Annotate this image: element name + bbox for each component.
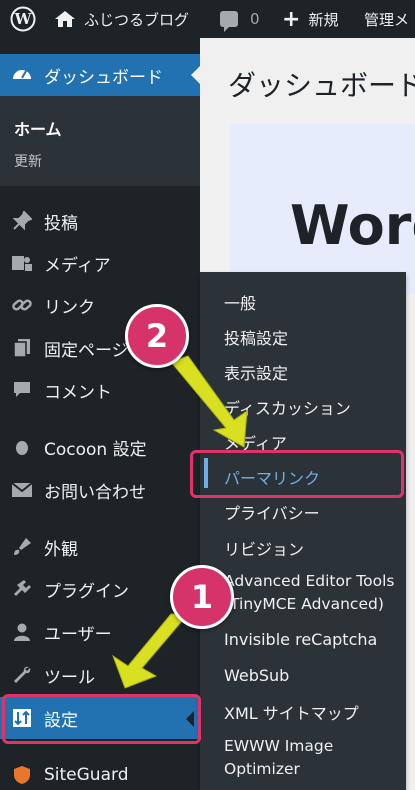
sidebar-item-label: コメント [44,382,112,403]
sidebar-item-label: リンク [44,297,95,318]
flyout-item-writing[interactable]: 投稿設定 [224,325,288,349]
flyout-item-general[interactable]: 一般 [224,290,256,314]
welcome-heading: Word [290,194,415,257]
sidebar-item-label: 固定ページ [44,340,129,361]
cocoon-icon [10,436,34,458]
siteguard-icon [10,764,34,786]
comment-bubble-icon [220,11,238,32]
sidebar-item-media[interactable]: メディア [0,242,200,284]
settings-flyout-menu: 一般 投稿設定 表示設定 ディスカッション メディア パーマリンク プライバシー… [200,272,406,790]
mail-icon [10,479,34,501]
sidebar-item-appearance[interactable]: 外観 [0,526,200,568]
welcome-panel: Word [230,124,415,294]
wordpress-logo-icon[interactable]: W [8,0,38,38]
sidebar-item-label: ダッシュボード [44,67,163,88]
flyout-item-privacy[interactable]: プライバシー [224,500,320,524]
page-icon [10,337,34,359]
admin-sidebar: ダッシュボード ホーム 更新 投稿 メディア リンク 固定ページ コメント Co… [0,38,200,790]
sidebar-item-label: 投稿 [44,213,78,234]
tool-icon [10,664,34,686]
comment-icon [10,379,34,401]
flyout-item-xml-sitemap[interactable]: XML サイトマップ [224,700,359,724]
admin-label: 管理メ [364,10,410,29]
dashboard-submenu: ホーム 更新 [0,96,200,186]
sidebar-item-comments[interactable]: コメント [0,369,200,411]
user-icon [10,621,34,643]
appearance-icon [10,536,34,558]
link-icon [10,294,34,316]
sidebar-item-dashboard[interactable]: ダッシュボード [0,54,200,96]
settings-highlight-box [2,694,201,744]
flyout-item-line1: Advanced Editor Tools [224,572,395,590]
comments-link[interactable]: 0 [220,0,260,38]
new-label: 新規 [308,10,339,29]
flyout-item-websub[interactable]: WebSub [224,666,289,685]
step-badge-1: 1 [170,565,234,629]
sidebar-item-contact[interactable]: お問い合わせ [0,469,200,511]
svg-text:W: W [14,10,33,28]
flyout-item-line2: Optimizer [224,760,300,778]
step-badge-2: 2 [125,304,189,368]
plus-icon: + [282,6,301,32]
sidebar-item-label: メディア [44,255,111,276]
sidebar-item-label: 外観 [44,539,78,560]
sidebar-item-users[interactable]: ユーザー [0,611,200,653]
sidebar-item-label: お問い合わせ [44,482,146,503]
flyout-item-reading[interactable]: 表示設定 [224,360,288,384]
flyout-item-discussion[interactable]: ディスカッション [224,395,351,419]
sidebar-item-posts[interactable]: 投稿 [0,200,200,242]
media-icon [10,252,34,274]
sidebar-item-label: Cocoon 設定 [44,439,147,460]
dashboard-icon [10,64,34,86]
submenu-update[interactable]: 更新 [14,151,42,171]
sidebar-item-label: SiteGuard [44,765,129,785]
submenu-home[interactable]: ホーム [14,116,62,140]
site-name: ふじつるブログ [84,10,190,29]
sidebar-item-siteguard[interactable]: SiteGuard [0,754,200,790]
pin-icon [10,210,34,232]
flyout-item-ewww-image[interactable]: EWWW Image Optimizer [224,735,333,781]
comment-count: 0 [250,10,260,28]
sidebar-item-tools[interactable]: ツール [0,654,200,696]
house-icon [55,11,75,27]
site-name-link[interactable]: ふじつるブログ [54,0,189,38]
flyout-item-revisions[interactable]: リビジョン [224,536,304,560]
sidebar-item-label: ユーザー [44,624,112,645]
admin-menu-link[interactable]: 管理メ [364,0,409,38]
flyout-item-invisible-recaptcha[interactable]: Invisible reCaptcha [224,630,377,649]
sidebar-item-cocoon[interactable]: Cocoon 設定 [0,426,200,468]
new-content-link[interactable]: + 新規 [282,0,338,38]
flyout-item-line1: EWWW Image [224,737,334,755]
page-title: ダッシュボード [228,69,415,102]
plugin-icon [10,578,34,600]
sidebar-item-label: ツール [44,667,95,688]
flyout-item-line2: (TinyMCE Advanced) [224,595,384,613]
admin-bar: W ふじつるブログ 0 + 新規 管理メ [0,0,415,38]
permalink-highlight-box [190,450,404,498]
sidebar-item-label: プラグイン [44,581,129,602]
flyout-item-advanced-editor[interactable]: Advanced Editor Tools (TinyMCE Advanced) [224,570,394,616]
